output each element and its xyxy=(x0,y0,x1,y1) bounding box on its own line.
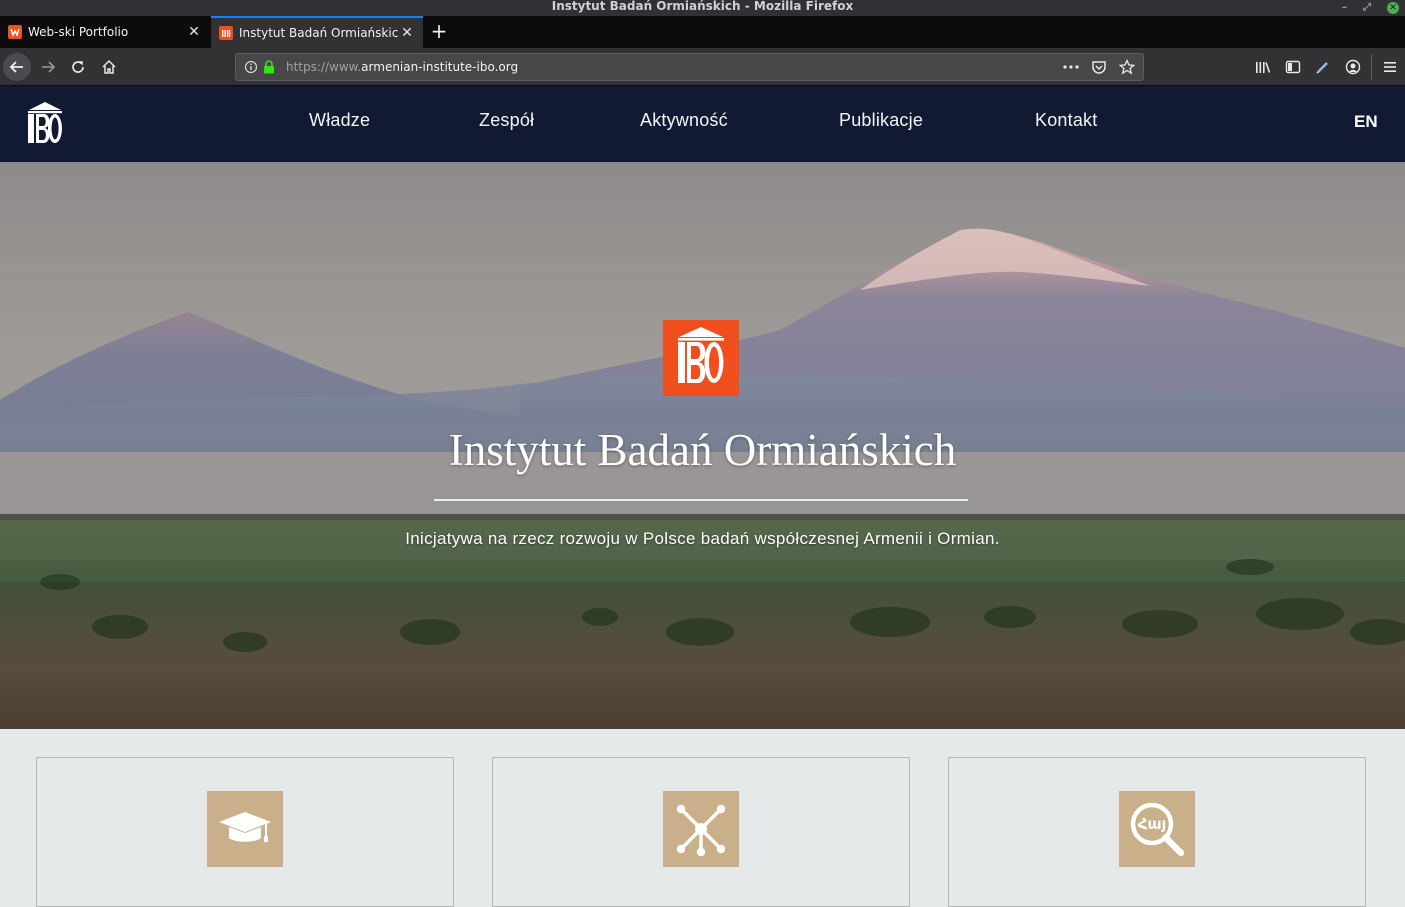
close-tab-icon[interactable]: ✕ xyxy=(399,25,415,41)
back-arrow-icon xyxy=(9,61,23,73)
hero-section: Instytut Badań Ormiańskich Inicjatywa na… xyxy=(0,162,1405,729)
feature-card-education[interactable] xyxy=(36,757,454,907)
window-titlebar: Instytut Badań Ormiańskich - Mozilla Fir… xyxy=(0,0,1405,16)
pocket-icon[interactable] xyxy=(1089,57,1109,77)
reload-icon xyxy=(72,61,84,73)
reload-button[interactable] xyxy=(64,53,92,81)
hero-ibo-logo-icon xyxy=(663,320,739,396)
forward-button[interactable] xyxy=(34,53,62,81)
features-section: Հայ xyxy=(0,729,1405,907)
bookmark-star-icon[interactable] xyxy=(1117,57,1137,77)
feature-card-armenian-research[interactable]: Հայ xyxy=(948,757,1366,907)
nav-link-zespol[interactable]: Zespół xyxy=(479,110,534,131)
url-bar[interactable]: https://www.armenian-institute-ibo.org xyxy=(235,53,1144,81)
hero-title: Instytut Badań Ormiańskich xyxy=(448,425,957,475)
maximize-button[interactable]: ⤢ xyxy=(1363,3,1371,13)
library-icon[interactable] xyxy=(1248,53,1278,81)
toolbar-separator xyxy=(1371,54,1372,80)
web-ski-favicon-icon xyxy=(8,25,22,39)
page-actions xyxy=(1061,57,1137,77)
ibo-logo-icon[interactable] xyxy=(24,99,66,149)
minimize-button[interactable]: – xyxy=(1342,3,1347,13)
nav-link-publikacje[interactable]: Publikacje xyxy=(839,110,923,131)
home-button[interactable] xyxy=(95,53,123,81)
armenian-text: Հայ xyxy=(1138,815,1166,833)
toolbar-right xyxy=(1248,53,1405,81)
navigation-toolbar: https://www.armenian-institute-ibo.org xyxy=(0,48,1405,86)
site-navigation: Władze Zespół Aktywność Publikacje Konta… xyxy=(0,86,1405,162)
tab-label: Instytut Badań Ormiańskich xyxy=(239,26,399,40)
tab-instytut[interactable]: Instytut Badań Ormiańskich ✕ xyxy=(211,16,423,48)
back-button[interactable] xyxy=(3,53,31,81)
nav-link-kontakt[interactable]: Kontakt xyxy=(1035,110,1097,131)
feature-card-network[interactable] xyxy=(492,757,910,907)
pen-icon[interactable] xyxy=(1308,53,1338,81)
menu-icon[interactable] xyxy=(1375,53,1405,81)
hero-subtitle: Inicjatywa na rzecz rozwoju w Polsce bad… xyxy=(405,529,1000,548)
url-text: https://www.armenian-institute-ibo.org xyxy=(286,60,518,74)
language-switch-en[interactable]: EN xyxy=(1354,112,1378,132)
window-title: Instytut Badań Ormiańskich - Mozilla Fir… xyxy=(551,0,854,13)
close-window-button[interactable]: ✕ xyxy=(1387,2,1399,14)
tab-web-ski-portfolio[interactable]: Web-ski Portfolio ✕ xyxy=(0,16,210,48)
home-icon xyxy=(102,59,116,74)
tab-strip: Web-ski Portfolio ✕ Instytut Badań Ormia… xyxy=(0,16,1405,48)
secure-lock-icon xyxy=(263,59,275,78)
site-info-icon[interactable] xyxy=(244,59,258,78)
more-icon[interactable] xyxy=(1061,57,1081,77)
tab-label: Web-ski Portfolio xyxy=(28,25,129,39)
network-icon xyxy=(663,791,739,867)
close-tab-icon[interactable]: ✕ xyxy=(186,24,202,40)
nav-link-aktywnosc[interactable]: Aktywność xyxy=(640,110,728,131)
nav-link-wladze[interactable]: Władze xyxy=(309,110,370,131)
forward-arrow-icon xyxy=(42,61,56,73)
ibo-favicon-icon xyxy=(219,26,233,40)
url-domain: armenian-institute-ibo.org xyxy=(361,60,519,74)
url-prefix: https://www. xyxy=(286,60,362,74)
graduation-cap-icon xyxy=(207,791,283,867)
hero-divider xyxy=(434,499,968,501)
account-icon[interactable] xyxy=(1338,53,1368,81)
window-controls: – ⤢ ✕ xyxy=(1342,0,1399,16)
sidebar-icon[interactable] xyxy=(1278,53,1308,81)
armenian-search-icon: Հայ xyxy=(1119,791,1195,867)
new-tab-button[interactable]: + xyxy=(429,16,449,48)
